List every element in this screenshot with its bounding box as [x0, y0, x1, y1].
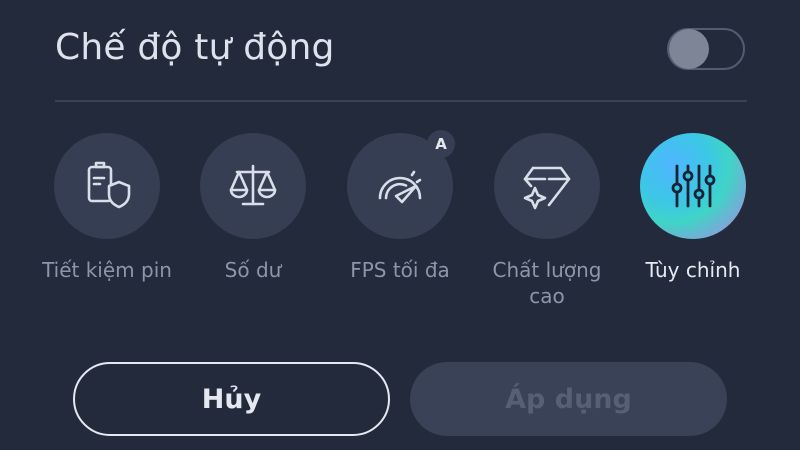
header: Chế độ tự động	[0, 0, 800, 100]
auto-badge: A	[427, 130, 455, 158]
toggle-knob[interactable]	[669, 29, 709, 69]
mode-list: Tiết kiệm pin Số dư A FPS tối đa Chất lư…	[0, 130, 800, 320]
mode-max-fps-button[interactable]: A	[347, 130, 455, 239]
mode-label: Tiết kiệm pin	[42, 258, 172, 282]
sliders-icon	[671, 164, 716, 208]
mode-high-quality-button[interactable]	[494, 133, 600, 239]
apply-button[interactable]: Áp dụng	[410, 362, 727, 436]
speedometer-icon	[378, 170, 422, 204]
mode-label: Tùy chỉnh	[645, 258, 741, 282]
mode-max-fps[interactable]: A FPS tối đa	[330, 130, 470, 283]
mode-balance[interactable]: Số dư	[183, 130, 323, 283]
battery-shield-icon	[87, 161, 131, 209]
mode-label: Số dư	[224, 258, 282, 282]
mode-custom[interactable]: Tùy chỉnh	[623, 130, 763, 283]
mode-battery-saver-button[interactable]	[54, 133, 160, 239]
mode-custom-button[interactable]	[640, 133, 746, 239]
mode-battery-saver[interactable]: Tiết kiệm pin	[37, 130, 177, 283]
diamond-sparkle-icon	[523, 166, 571, 210]
mode-label: Chất lượng cao	[492, 258, 602, 308]
balance-scale-icon	[229, 164, 277, 206]
auto-mode-toggle[interactable]	[667, 28, 745, 70]
mode-label: FPS tối đa	[350, 258, 450, 282]
mode-balance-button[interactable]	[200, 133, 306, 239]
mode-high-quality[interactable]: Chất lượng cao	[477, 130, 617, 309]
page-title: Chế độ tự động	[55, 27, 335, 68]
divider	[55, 100, 747, 102]
cancel-button[interactable]: Hủy	[73, 362, 390, 436]
